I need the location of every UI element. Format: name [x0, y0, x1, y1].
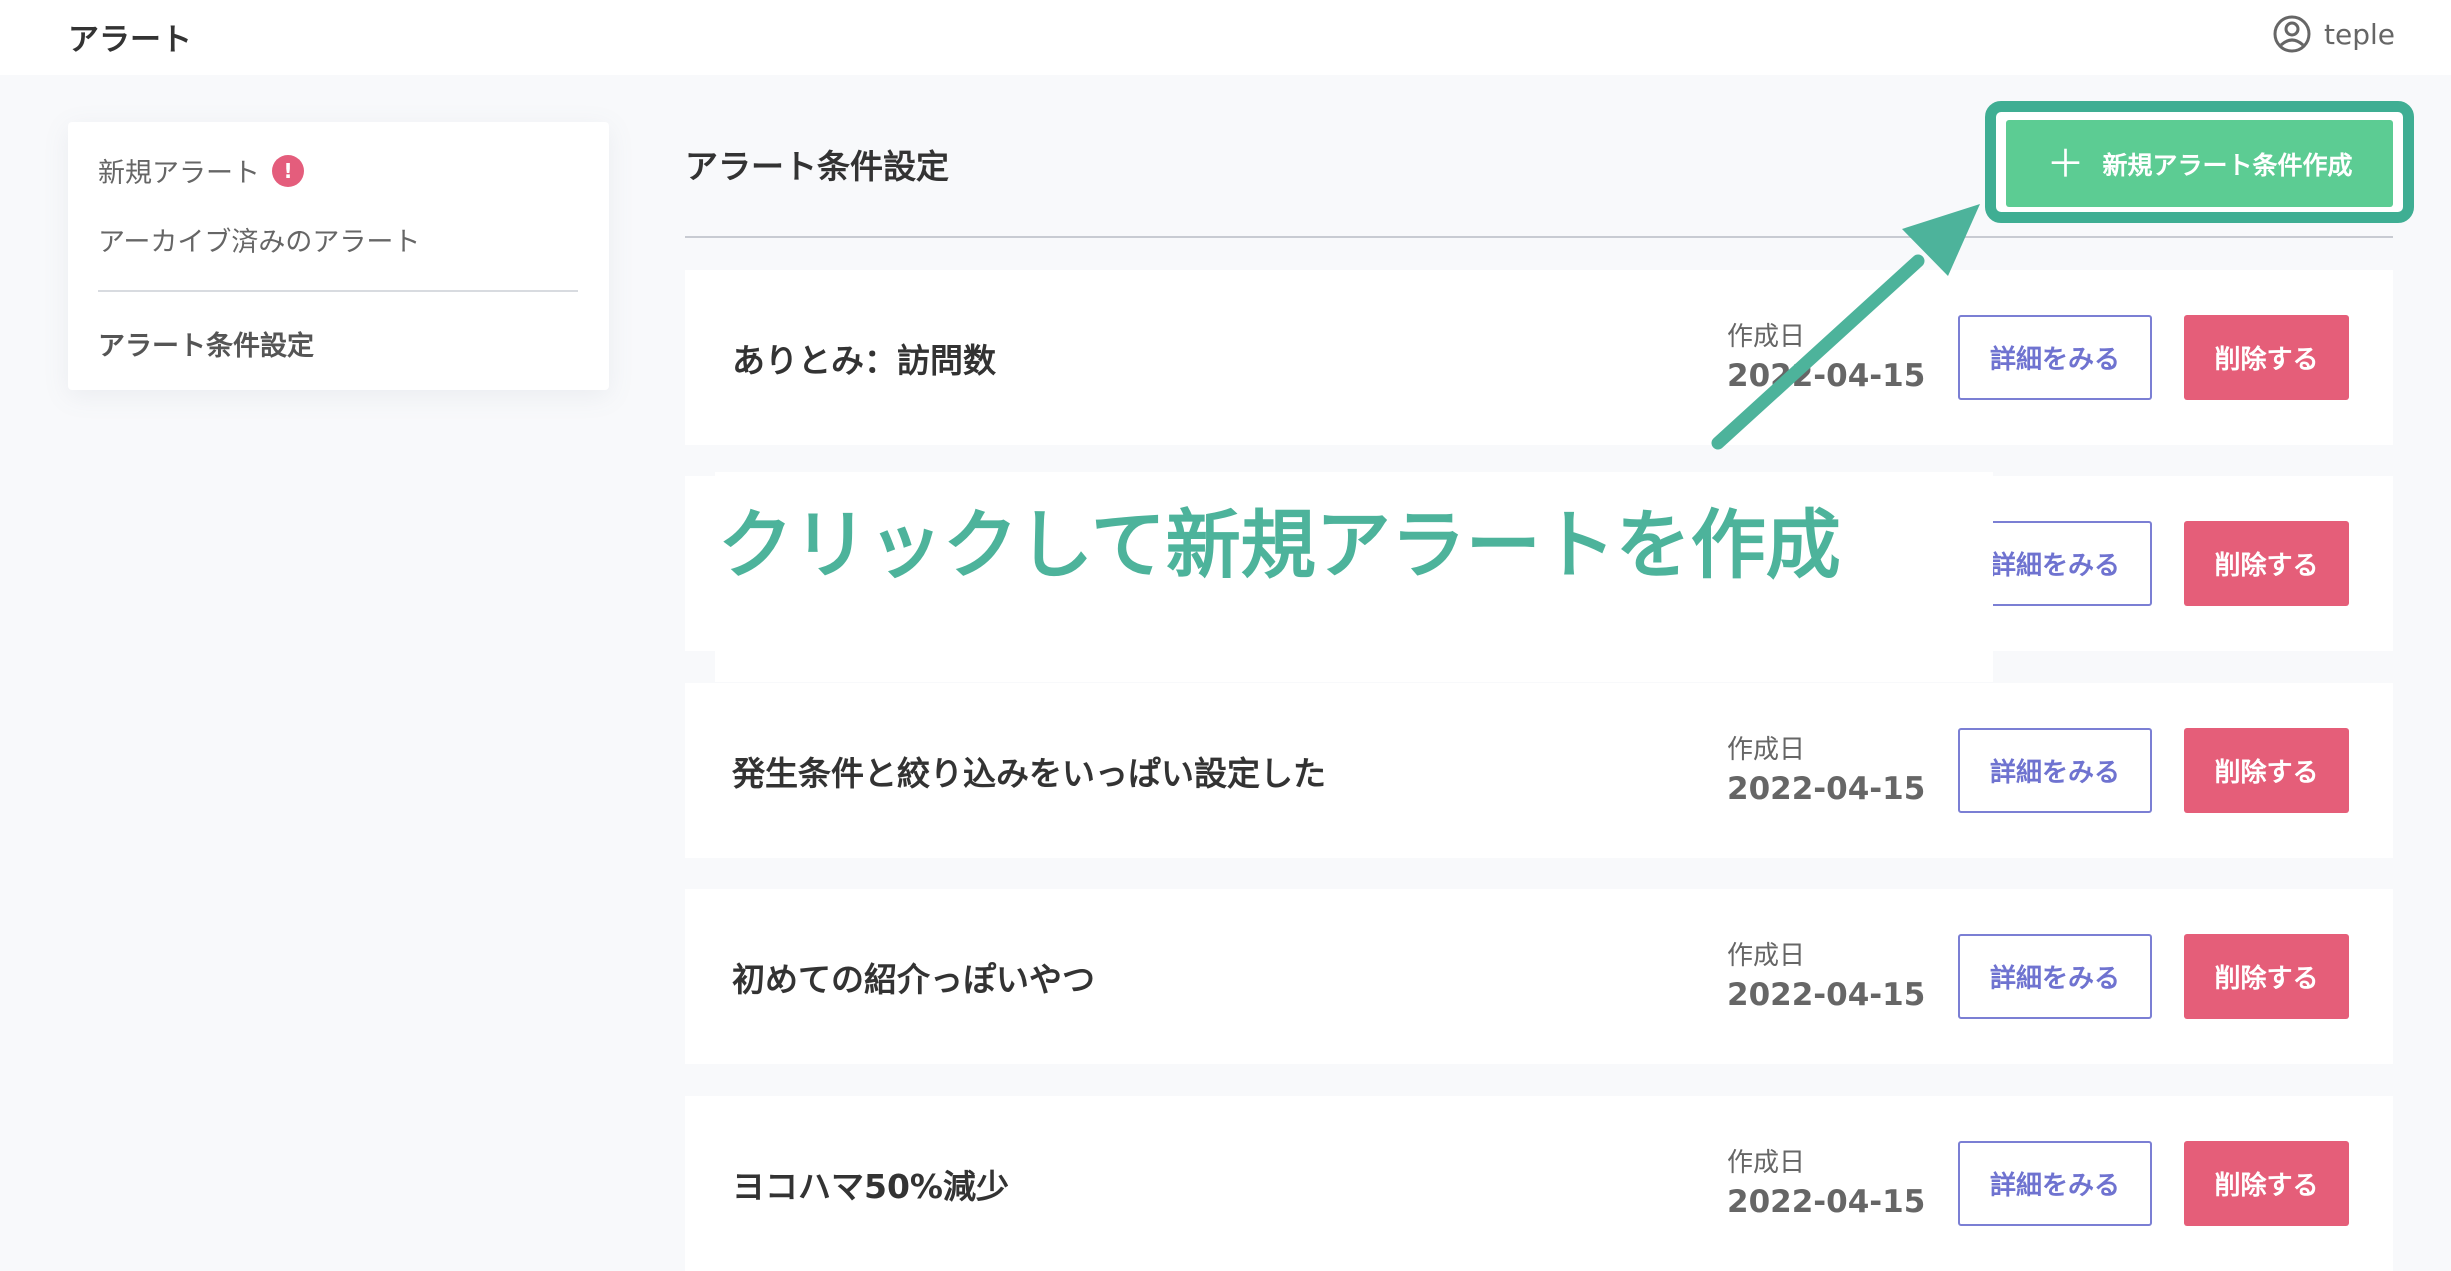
sidebar-item-new-alerts[interactable]: 新規アラート ! — [98, 151, 304, 190]
delete-button[interactable]: 削除する — [2184, 315, 2349, 400]
alert-condition-row: 発生条件と絞り込みをいっぱい設定した 作成日 2022-04-15 詳細をみる … — [685, 683, 2393, 858]
created-date: 2022-04-15 — [1727, 977, 1926, 1013]
user-name: teple — [2324, 17, 2395, 51]
create-button-label: 新規アラート条件作成 — [2102, 150, 2353, 180]
sidebar-item-label: 新規アラート — [98, 158, 260, 189]
sidebar-divider — [98, 290, 578, 292]
page-title: アラート条件設定 — [685, 147, 949, 186]
alert-badge-icon: ! — [272, 154, 304, 187]
create-alert-condition-button[interactable]: ＋ 新規アラート条件作成 — [2006, 120, 2393, 207]
view-details-button[interactable]: 詳細をみる — [1958, 728, 2152, 813]
view-details-button[interactable]: 詳細をみる — [1958, 315, 2152, 400]
plus-icon: ＋ — [2046, 141, 2085, 186]
top-bar: アラート teple — [0, 0, 2451, 75]
created-date-label: 作成日 — [1727, 1148, 1806, 1178]
alert-condition-row: ヨコハマ50%減少 作成日 2022-04-15 詳細をみる 削除する — [685, 1096, 2393, 1271]
alert-condition-row: 初めての紹介っぽいやつ 作成日 2022-04-15 詳細をみる 削除する — [685, 889, 2393, 1064]
app-title: アラート — [68, 22, 192, 58]
annotation-text: クリックして新規アラートを作成 — [718, 501, 1841, 589]
delete-button[interactable]: 削除する — [2184, 934, 2349, 1019]
sidebar-item-condition-settings[interactable]: アラート条件設定 — [98, 324, 314, 363]
row-title: ヨコハマ50%減少 — [732, 1166, 1009, 1206]
delete-button[interactable]: 削除する — [2184, 1141, 2349, 1226]
row-title: 初めての紹介っぽいやつ — [732, 959, 1095, 999]
alert-condition-row: ありとみ：訪問数 作成日 2022-04-15 詳細をみる 削除する — [685, 270, 2393, 445]
created-date: 2022-04-15 — [1727, 358, 1926, 394]
created-date-label: 作成日 — [1727, 941, 1806, 971]
sidebar: 新規アラート ! アーカイブ済みのアラート アラート条件設定 — [68, 122, 609, 390]
row-title: 発生条件と絞り込みをいっぱい設定した — [732, 753, 1326, 793]
view-details-button[interactable]: 詳細をみる — [1958, 934, 2152, 1019]
header-divider — [685, 236, 2393, 238]
created-date-label: 作成日 — [1727, 322, 1806, 352]
delete-button[interactable]: 削除する — [2184, 728, 2349, 813]
view-details-button[interactable]: 詳細をみる — [1958, 1141, 2152, 1226]
delete-button[interactable]: 削除する — [2184, 521, 2349, 606]
created-date-label: 作成日 — [1727, 735, 1806, 765]
user-menu[interactable]: teple — [2272, 14, 2395, 54]
sidebar-item-archived-alerts[interactable]: アーカイブ済みのアラート — [98, 220, 420, 259]
created-date: 2022-04-15 — [1727, 1184, 1926, 1220]
row-title: ありとみ：訪問数 — [732, 340, 996, 380]
created-date: 2022-04-15 — [1727, 771, 1926, 807]
user-account-icon — [2273, 15, 2311, 53]
